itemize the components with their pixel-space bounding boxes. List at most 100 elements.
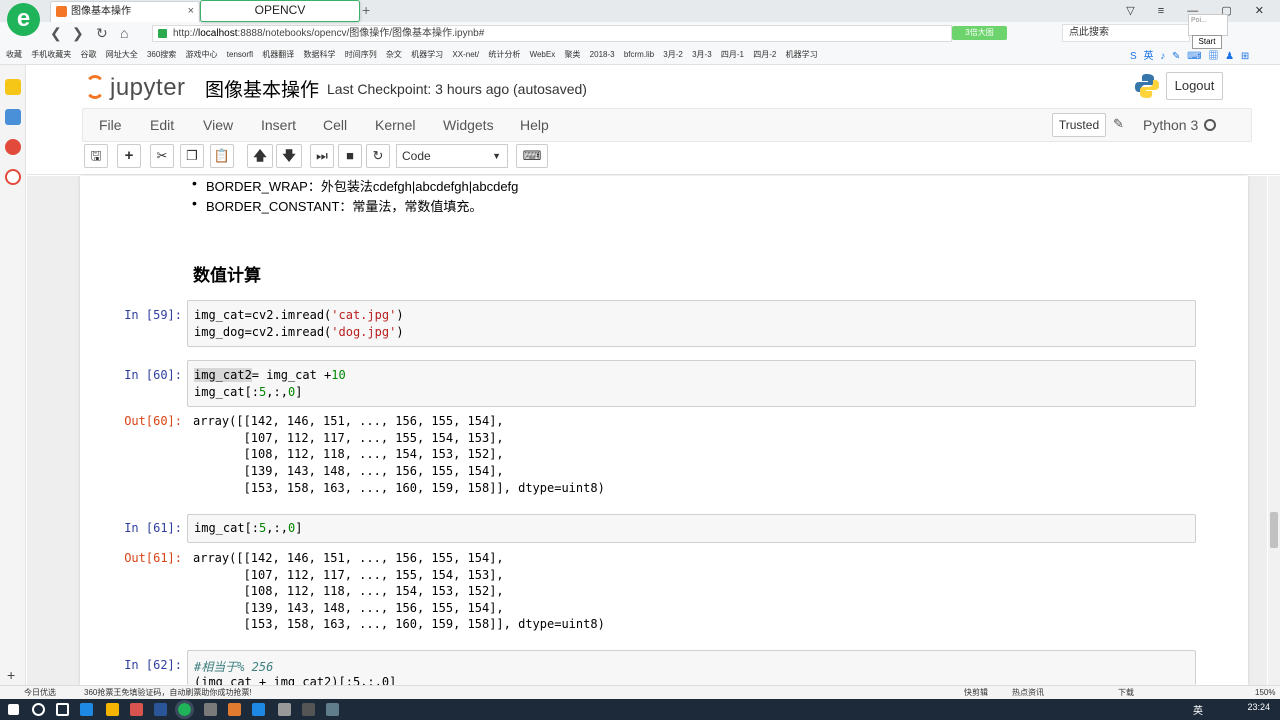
command-palette-keyboard-icon[interactable]: ⌨ [516, 144, 548, 168]
bookmark-item[interactable]: XX-net/ [452, 45, 479, 64]
secure-lock-icon [158, 29, 167, 38]
bookmark-item[interactable]: 网址大全 [106, 45, 138, 64]
app-icon[interactable] [204, 703, 217, 716]
close-tab-icon[interactable]: × [188, 2, 194, 21]
notebook-toolbar: 🖫 + ✂ ❐ 📋 🡅 🡇 ⏭ ■ ↻ Code ▼ ⌨ [82, 143, 1252, 173]
status-item[interactable]: 下载 [1118, 686, 1134, 699]
copy-icon[interactable]: ❐ [180, 144, 204, 168]
app-icon[interactable] [228, 703, 241, 716]
menu-insert[interactable]: Insert [261, 109, 296, 141]
jupyter-logo-text: jupyter [110, 74, 186, 101]
forward-icon[interactable]: ❯ [72, 25, 84, 42]
word-icon[interactable] [154, 703, 167, 716]
bookmark-item[interactable]: 手机收藏夹 [31, 45, 71, 64]
mail-icon[interactable] [5, 169, 21, 185]
new-tab-icon[interactable]: + [362, 2, 370, 18]
bookmark-item[interactable]: 机器学习 [411, 45, 443, 64]
markdown-bullet: BORDER_CONSTANT：常量法，常数值填充。 [192, 195, 482, 215]
input-language[interactable]: 英 [1193, 702, 1203, 717]
jupyter-ring-icon [85, 75, 105, 99]
app-icon[interactable] [130, 703, 143, 716]
ime-toolbar-icons[interactable]: S 英 ♪ ✎ ⌨ ▦ ♟ ⊞ [1130, 47, 1251, 62]
notebook-title[interactable]: 图像基本操作 [205, 75, 319, 102]
menu-widgets[interactable]: Widgets [443, 109, 494, 141]
section-heading: 数值计算 [193, 266, 261, 285]
bookmark-item[interactable]: 聚类 [564, 45, 580, 64]
start-button[interactable]: Start [1192, 35, 1222, 49]
zoom-level[interactable]: 150% [1255, 686, 1275, 699]
scrollbar-thumb[interactable] [1270, 512, 1278, 548]
code-comment: #相当于% 256 [194, 660, 274, 674]
browser-taskbar-icon[interactable] [175, 700, 194, 719]
trusted-indicator[interactable]: Trusted [1052, 113, 1106, 137]
bookmark-item[interactable]: 杂文 [386, 45, 402, 64]
edge-icon[interactable] [80, 703, 93, 716]
browser-tab-active[interactable]: 图像基本操作 × [50, 1, 200, 22]
bookmark-item[interactable]: 3月-2 [663, 45, 683, 64]
bookmark-item[interactable]: 机器翻译 [262, 45, 294, 64]
reading-list-icon[interactable] [5, 109, 21, 125]
menu-cell[interactable]: Cell [323, 109, 347, 141]
menu-file[interactable]: File [99, 109, 122, 141]
system-clock[interactable]: 23:24 [1247, 702, 1270, 712]
insert-cell-below-icon[interactable]: + [117, 144, 141, 168]
back-icon[interactable]: ❮ [50, 25, 62, 42]
reload-icon[interactable]: ↻ [96, 25, 108, 42]
status-left-text[interactable]: 今日优选 [24, 686, 56, 699]
logout-button[interactable]: Logout [1166, 72, 1223, 100]
menu-edit[interactable]: Edit [150, 109, 174, 141]
bookmark-item[interactable]: 时间序列 [345, 45, 377, 64]
app-icon[interactable] [326, 703, 339, 716]
status-item[interactable]: 快剪辑 [964, 686, 988, 699]
add-sidebar-icon[interactable]: + [7, 667, 15, 683]
browser-logo-icon[interactable]: e [7, 3, 40, 36]
interrupt-kernel-icon[interactable]: ■ [338, 144, 362, 168]
kernel-name[interactable]: Python 3 [1143, 109, 1198, 141]
restart-kernel-icon[interactable]: ↻ [366, 144, 390, 168]
favorites-star-icon[interactable] [5, 79, 21, 95]
bookmark-item[interactable]: 收藏 [6, 45, 22, 64]
zoom-badge[interactable]: 3倍大图 [952, 26, 1007, 40]
bookmark-item[interactable]: WebEx [530, 45, 556, 64]
url-input[interactable]: http://localhost:8888/notebooks/opencv/图… [152, 25, 952, 42]
menu-view[interactable]: View [203, 109, 233, 141]
run-cell-icon[interactable]: ⏭ [310, 144, 334, 168]
output-line: [153, 158, 163, ..., 160, 159, 158]], dt… [193, 617, 605, 631]
app-icon[interactable] [278, 703, 291, 716]
search-icon[interactable] [32, 703, 45, 716]
home-icon[interactable]: ⌂ [120, 25, 128, 41]
bookmark-item[interactable]: bfcrm.lib [624, 45, 654, 64]
cell-type-select[interactable]: Code ▼ [396, 144, 508, 168]
bookmark-item[interactable]: 机器学习 [786, 45, 818, 64]
menu-kernel[interactable]: Kernel [375, 109, 415, 141]
code-cell-input[interactable] [187, 514, 1196, 543]
bookmark-item[interactable]: 3月-3 [692, 45, 712, 64]
windows-start-icon[interactable] [8, 704, 19, 715]
status-item[interactable]: 热点资讯 [1012, 686, 1044, 699]
task-view-icon[interactable] [56, 703, 69, 716]
bookmark-item[interactable]: tensorfl [227, 45, 253, 64]
file-explorer-icon[interactable] [106, 703, 119, 716]
bookmark-item[interactable]: 统计分析 [488, 45, 520, 64]
bookmark-item[interactable]: 四月-1 [721, 45, 744, 64]
scrollbar-track[interactable] [1268, 176, 1280, 685]
bookmark-item[interactable]: 谷歌 [80, 45, 96, 64]
markdown-bullet: BORDER_WRAP：外包装法cdefgh|abcdefgh|abcdefg [192, 175, 518, 195]
weibo-icon[interactable] [5, 139, 21, 155]
app-icon[interactable] [252, 703, 265, 716]
move-up-icon[interactable]: 🡅 [247, 144, 273, 168]
save-icon[interactable]: 🖫 [84, 144, 108, 168]
bookmark-item[interactable]: 2018-3 [590, 45, 615, 64]
app-icon[interactable] [302, 703, 315, 716]
cut-icon[interactable]: ✂ [150, 144, 174, 168]
move-down-icon[interactable]: 🡇 [276, 144, 302, 168]
kernel-idle-indicator-icon [1204, 119, 1216, 131]
paste-icon[interactable]: 📋 [210, 144, 234, 168]
bookmark-item[interactable]: 游戏中心 [186, 45, 218, 64]
status-news-text[interactable]: 360抢票王免填验证码，自动刷票助你成功抢票! [84, 686, 252, 699]
bookmark-item[interactable]: 四月-2 [753, 45, 776, 64]
search-input[interactable]: 点此搜索 [1062, 24, 1190, 42]
bookmark-item[interactable]: 360搜索 [147, 45, 176, 64]
menu-help[interactable]: Help [520, 109, 549, 141]
bookmark-item[interactable]: 数据科学 [303, 45, 335, 64]
